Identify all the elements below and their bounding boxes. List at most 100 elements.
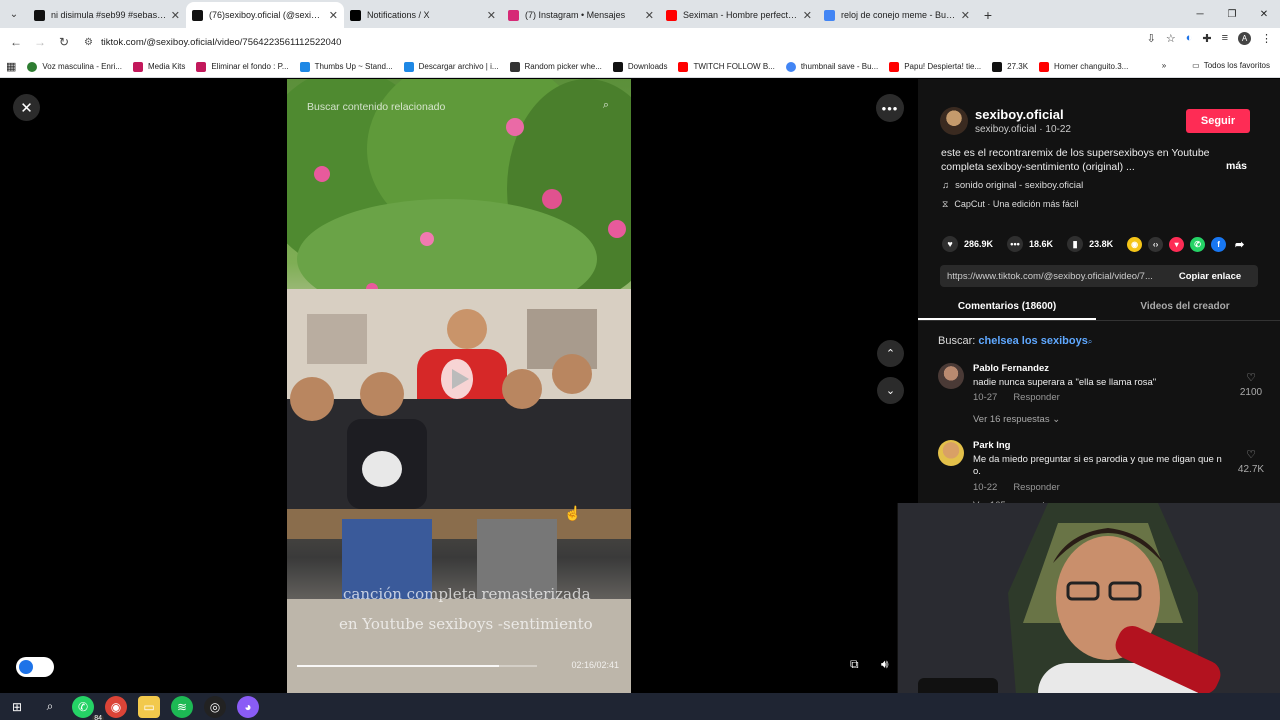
spotify-icon[interactable]: ≋ [171,695,193,718]
video-link[interactable]: https://www.tiktok.com/@sexiboy.oficial/… [940,271,1162,282]
bookmark-item[interactable]: Papu! Despierta! tie... [889,61,981,72]
back-icon[interactable]: ← [4,35,28,49]
comment-like-button[interactable]: ♡ 42.7K [1234,448,1268,475]
bookmark-item[interactable]: Eliminar el fondo : P... [196,61,289,72]
save-button[interactable]: ▮ 23.8K [1067,236,1113,252]
close-tab-icon[interactable]: ✕ [487,9,496,22]
chrome-icon[interactable]: ◉ [105,695,127,718]
copy-link-button[interactable]: Copiar enlace [1162,271,1258,282]
menu-icon[interactable]: ⋮ [1261,32,1272,45]
next-video-button[interactable]: ⌄ [877,377,904,404]
browser-tab[interactable]: Seximan - Hombre perfecto - Pi ✕ [660,2,818,28]
close-tab-icon[interactable]: ✕ [961,9,970,22]
browser-tab[interactable]: Notifications / X ✕ [344,2,502,28]
tab-search-icon[interactable]: ⌄ [0,0,28,28]
more-link[interactable]: más [1226,160,1247,172]
video-progress-bar[interactable] [297,665,537,667]
comment-button[interactable]: ••• 18.6K [1007,236,1053,252]
tiktok-share-icon[interactable]: ▾ [1169,236,1185,252]
browser-tab[interactable]: ni disimula #seb99 #sebastian ✕ [28,2,186,28]
address-bar[interactable]: ⚙ tiktok.com/@sexiboy.oficial/video/7564… [80,31,1140,53]
site-info-icon[interactable]: ⚙ [84,37,93,48]
related-search-input[interactable]: Buscar contenido relacionado [307,101,445,113]
creator-username[interactable]: sexiboy.oficial [975,107,1064,122]
close-tab-icon[interactable]: ✕ [171,9,180,22]
picture-in-picture-icon[interactable]: ⧉ [850,657,859,672]
browser-tab[interactable]: (7) Instagram • Mensajes ✕ [502,2,660,28]
all-bookmarks[interactable]: » ▭ Todos los favoritos [1162,61,1270,70]
obs-icon[interactable]: ◎ [204,695,226,718]
bookmark-item[interactable]: Media Kits [133,61,186,72]
search-icon[interactable]: ⌕ [39,696,61,718]
tab-comments[interactable]: Comentarios (18600) [918,293,1096,320]
youtube-icon [666,9,677,21]
tab-creator-videos[interactable]: Videos del creador [1096,293,1274,320]
bookmark-item[interactable]: Thumbs Up ~ Stand... [299,61,393,72]
bookmark-item[interactable]: Voz masculina - Enri... [27,61,122,72]
search-icon[interactable]: ⌕ [603,99,609,112]
video-description: este es el recontraremix de los supersex… [941,147,1210,173]
more-options-button[interactable]: ••• [876,94,904,122]
share-arrow-icon[interactable]: ➦ [1232,237,1247,252]
minimize-icon[interactable]: ─ [1184,0,1216,28]
bookmark-item[interactable]: TWITCH FOLLOW B... [678,61,775,72]
previous-video-button[interactable]: ⌃ [877,340,904,367]
discord-icon[interactable]: ◕ [237,695,259,718]
bookmark-star-icon[interactable]: ☆ [1166,32,1176,45]
action-bar: ♥ 286.9K ••• 18.6K ▮ 23.8K ◉ ‹› ▾ ✆ f ➦ [942,236,1253,252]
forward-icon[interactable]: → [28,35,52,49]
video-player[interactable]: Buscar contenido relacionado ⌕ canción c… [287,79,631,693]
bookmark-label: Media Kits [148,62,186,71]
embed-icon[interactable]: ‹› [1148,236,1164,252]
avatar[interactable] [938,440,964,466]
extension-icon[interactable]: ◐ [1186,32,1193,45]
volume-icon[interactable]: 🔊︎ [881,657,889,672]
bookmark-item[interactable]: Homer changuito.3... [1039,61,1128,72]
bookmark-item[interactable]: Descargar archivo | i... [403,61,499,72]
autoscroll-toggle[interactable] [16,657,54,677]
close-window-icon[interactable]: ✕ [1248,0,1280,28]
like-button[interactable]: ♥ 286.9K [942,236,993,252]
windows-start-icon[interactable]: ⊞ [6,696,28,718]
browser-tab-active[interactable]: (76)sexiboy.oficial (@sexiboy.o ✕ [186,2,344,28]
view-replies-button[interactable]: Ver 16 respuestas ⌄ [973,414,1060,425]
comment-author[interactable]: Pablo Fernandez [973,363,1049,374]
related-search[interactable]: Buscar: chelsea los sexiboys⌕ [938,335,1092,347]
reply-button[interactable]: Responder [1013,392,1059,403]
comment-like-button[interactable]: ♡ 2100 [1234,371,1268,398]
coin-icon[interactable]: ◉ [1127,236,1143,252]
music-link[interactable]: ♫ sonido original - sexiboy.oficial [942,180,1083,191]
avatar[interactable] [938,363,964,389]
close-tab-icon[interactable]: ✕ [329,9,338,22]
reload-icon[interactable]: ↻ [52,35,76,49]
bookmark-item[interactable]: Random picker whe... [509,61,602,72]
close-tab-icon[interactable]: ✕ [645,9,654,22]
comment-author[interactable]: Park Ing [973,440,1011,451]
reply-button[interactable]: Responder [1013,482,1059,493]
apps-icon[interactable]: ▦ [6,60,16,73]
tiktok-icon [34,9,45,21]
install-icon[interactable]: ⇩ [1147,32,1156,45]
whatsapp-icon[interactable]: ✆ 84 [72,695,104,720]
restore-icon[interactable]: ❐ [1216,0,1248,28]
capcut-link[interactable]: ⧖ CapCut · Una edición más fácil [942,199,1078,210]
facebook-icon[interactable]: f [1211,236,1227,252]
follow-button[interactable]: Seguir [1186,109,1250,133]
search-term[interactable]: chelsea los sexiboys [978,335,1087,347]
file-explorer-icon[interactable]: ▭ [138,695,160,718]
profile-avatar[interactable]: A [1238,32,1251,45]
bookmark-item[interactable]: thumbnail save - Bu... [785,61,878,72]
close-video-button[interactable]: ✕ [13,94,40,121]
bookmark-item[interactable]: Downloads [612,61,668,72]
avatar[interactable] [940,107,968,135]
extensions-puzzle-icon[interactable]: ✚ [1202,32,1211,45]
bookmark-label: Downloads [627,62,668,71]
video-time: 02:16/02:41 [571,660,619,670]
media-icon[interactable]: ≡ [1222,32,1228,45]
bookmark-item[interactable]: 27.3K [992,61,1028,72]
browser-tab[interactable]: reloj de conejo meme - Buscar ✕ [818,2,976,28]
bookmark-icon: ▮ [1067,236,1084,252]
whatsapp-icon[interactable]: ✆ [1190,236,1206,252]
new-tab-icon[interactable]: + [976,2,1000,28]
close-tab-icon[interactable]: ✕ [803,9,812,22]
